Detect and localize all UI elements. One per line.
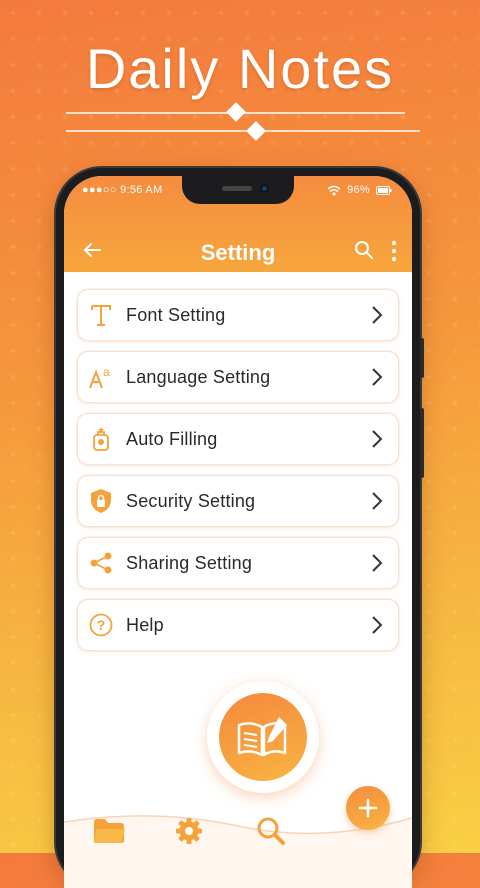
headline-divider: [66, 102, 420, 141]
wifi-icon: [327, 185, 341, 195]
settings-item-label: Auto Filling: [126, 428, 218, 449]
settings-item-label: Language Setting: [126, 366, 271, 387]
settings-item-security[interactable]: Security Setting: [78, 476, 398, 526]
gear-icon[interactable]: [172, 816, 206, 846]
font-icon: [88, 302, 114, 328]
help-circle-icon: ?: [88, 612, 114, 638]
phone-frame: ●●●○○ 9:56 AM 96% Setting Font Setting a…: [56, 168, 424, 888]
chevron-right-icon: [372, 306, 383, 324]
signal-dots-icon: ●●●○○: [82, 184, 121, 196]
settings-list: Font Setting a Language Setting Auto Fil…: [78, 290, 398, 662]
settings-item-help[interactable]: ? Help: [78, 600, 398, 650]
settings-item-label: Sharing Setting: [126, 552, 253, 573]
settings-item-label: Font Setting: [126, 304, 226, 325]
notebook-pen-icon: [237, 717, 287, 757]
promo-headline: Daily Notes: [85, 37, 395, 100]
language-icon: a: [88, 364, 114, 390]
battery-icon: [376, 185, 392, 195]
chevron-right-icon: [372, 368, 383, 386]
chevron-right-icon: [372, 616, 383, 634]
auto-fill-icon: [88, 426, 114, 452]
chevron-right-icon: [372, 554, 383, 572]
phone-notch: [182, 176, 294, 204]
settings-item-font[interactable]: Font Setting: [78, 290, 398, 340]
settings-item-language[interactable]: a Language Setting: [78, 352, 398, 402]
settings-item-label: Security Setting: [126, 490, 256, 511]
chevron-right-icon: [372, 492, 383, 510]
status-time: 9:56 AM: [120, 184, 163, 196]
notebook-fab[interactable]: [207, 681, 319, 793]
more-vert-icon[interactable]: [390, 240, 398, 262]
search-icon[interactable]: [254, 816, 288, 846]
settings-item-auto-filling[interactable]: Auto Filling: [78, 414, 398, 464]
lock-shield-icon: [88, 488, 114, 514]
svg-text:?: ?: [97, 617, 106, 633]
folder-icon[interactable]: [92, 816, 126, 846]
app-bar: Setting: [64, 228, 412, 268]
search-icon[interactable]: [354, 240, 374, 260]
svg-text:a: a: [103, 365, 110, 379]
settings-item-label: Help: [126, 614, 164, 635]
app-header: ●●●○○ 9:56 AM 96% Setting: [64, 176, 412, 272]
status-left: ●●●○○ 9:56 AM: [82, 184, 163, 196]
settings-item-sharing[interactable]: Sharing Setting: [78, 538, 398, 588]
app-screen: ●●●○○ 9:56 AM 96% Setting Font Setting a…: [64, 176, 412, 888]
plus-icon: [358, 798, 378, 818]
battery-percent: 96%: [347, 184, 370, 196]
add-note-button[interactable]: [346, 786, 390, 830]
share-icon: [88, 550, 114, 576]
chevron-right-icon: [372, 430, 383, 448]
status-right: 96%: [327, 184, 392, 196]
